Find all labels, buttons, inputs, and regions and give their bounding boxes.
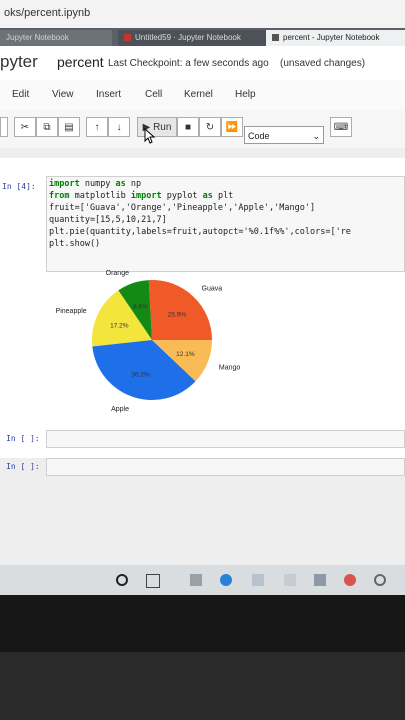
menu-cell[interactable]: Cell bbox=[145, 89, 162, 100]
pie-label: Guava bbox=[202, 286, 223, 293]
pie-chart: Guava 25.9% Orange 8.6% Pineapple 17.2% Apple 3… bbox=[56, 270, 241, 413]
menu-view[interactable]: View bbox=[52, 89, 74, 100]
empty-code-cell[interactable] bbox=[46, 430, 405, 448]
keyboard-icon: ⌨ bbox=[333, 122, 349, 133]
pie-label: Apple bbox=[111, 406, 129, 413]
pie-percent-label: 8.6% bbox=[133, 303, 148, 310]
cell-type-value: Code bbox=[248, 131, 270, 141]
browser-tab-3[interactable]: percent - Jupyter Notebook bbox=[266, 30, 405, 46]
tab-label: Jupyter Notebook bbox=[6, 33, 69, 42]
menu-insert[interactable]: Insert bbox=[96, 89, 121, 100]
paste-button[interactable]: ▤ bbox=[58, 117, 80, 137]
app-circle-icon[interactable] bbox=[374, 574, 386, 586]
store-icon[interactable] bbox=[252, 574, 264, 586]
app-icon[interactable] bbox=[314, 574, 326, 586]
code-editor[interactable]: import numpy as np from matplotlib impor… bbox=[46, 176, 405, 272]
cell-prompt: In [4]: bbox=[2, 182, 36, 191]
code-line-3: fruit=['Guava','Orange','Pineapple','App… bbox=[49, 203, 316, 213]
copy-icon: ⧉ bbox=[43, 122, 51, 133]
screen: oks/percent.ipynb Jupyter Notebook Untit… bbox=[0, 0, 405, 595]
code-line-4: quantity=[15,5,10,21,7] bbox=[49, 215, 167, 225]
edge-browser-icon[interactable] bbox=[220, 574, 232, 586]
code-line-6: plt.show() bbox=[49, 239, 101, 249]
jupyter-favicon-icon bbox=[124, 34, 131, 42]
browser-tab-1[interactable]: Jupyter Notebook bbox=[0, 30, 112, 46]
chrome-browser-icon[interactable] bbox=[344, 574, 356, 586]
jupyter-logo[interactable]: pyter bbox=[0, 52, 38, 72]
run-button[interactable]: ▶ Run bbox=[137, 117, 177, 137]
menu-help[interactable]: Help bbox=[235, 89, 256, 100]
command-palette-button[interactable]: ⌨ bbox=[330, 117, 352, 137]
tab-label: Untitled59 · Jupyter Notebook bbox=[135, 33, 241, 42]
cell-prompt: In [ ]: bbox=[6, 462, 40, 471]
laptop-keyboard-deck bbox=[0, 652, 405, 720]
fast-forward-icon: ⏩ bbox=[225, 122, 239, 133]
pie-percent-label: 25.9% bbox=[168, 311, 187, 318]
task-view-icon[interactable] bbox=[146, 574, 160, 588]
code-cell[interactable]: In [4]: import numpy as np from matplotl… bbox=[0, 158, 405, 458]
notebook-toolbar: ✂ ⧉ ▤ ↑ ↓ ▶ Run ■ ↻ ⏩ ⌨ bbox=[0, 110, 405, 149]
jupyter-favicon-icon bbox=[272, 34, 279, 42]
move-up-icon: ↑ bbox=[94, 122, 100, 133]
restart-button[interactable]: ↻ bbox=[199, 117, 221, 137]
restart-icon: ↻ bbox=[205, 122, 215, 133]
menu-edit[interactable]: Edit bbox=[12, 89, 29, 100]
cut-button[interactable]: ✂ bbox=[14, 117, 36, 137]
paste-icon: ▤ bbox=[64, 122, 74, 133]
mouse-cursor-icon bbox=[144, 128, 156, 144]
url-text: oks/percent.ipynb bbox=[4, 7, 91, 19]
code-line-5: plt.pie(quantity,labels=fruit,autopct='%… bbox=[49, 227, 351, 237]
notebook-title[interactable]: percent bbox=[57, 54, 104, 70]
browser-tab-2[interactable]: Untitled59 · Jupyter Notebook bbox=[118, 30, 272, 46]
pie-label: Pineapple bbox=[56, 308, 87, 315]
cell-prompt: In [ ]: bbox=[6, 434, 40, 443]
interrupt-button[interactable]: ■ bbox=[177, 117, 199, 137]
address-bar[interactable]: oks/percent.ipynb bbox=[0, 0, 405, 29]
browser-tab-strip: Jupyter Notebook Untitled59 · Jupyter No… bbox=[0, 28, 405, 46]
notebook-area: In [4]: import numpy as np from matplotl… bbox=[0, 148, 405, 595]
pie-label: Mango bbox=[219, 365, 241, 372]
code-line-1: import numpy as np bbox=[49, 179, 142, 189]
checkpoint-status: Last Checkpoint: a few seconds ago bbox=[108, 58, 269, 69]
pie-label: Orange bbox=[106, 270, 129, 277]
move-down-button[interactable]: ↓ bbox=[108, 117, 130, 137]
tab-label: percent - Jupyter Notebook bbox=[283, 33, 380, 42]
cut-icon: ✂ bbox=[20, 122, 30, 133]
code-line-2: from matplotlib import pyplot as plt bbox=[49, 191, 234, 201]
menu-bar: Edit View Insert Cell Kernel Help bbox=[0, 80, 405, 111]
taskbar bbox=[0, 565, 405, 595]
restart-run-all-button[interactable]: ⏩ bbox=[221, 117, 243, 137]
save-status: (unsaved changes) bbox=[280, 58, 366, 69]
start-circle-icon[interactable] bbox=[116, 574, 128, 586]
chevron-down-icon: ⌄ bbox=[312, 131, 320, 141]
save-button[interactable] bbox=[0, 117, 8, 137]
cell-type-select[interactable]: Code ⌄ bbox=[244, 126, 324, 144]
empty-code-cell[interactable] bbox=[46, 458, 405, 476]
pie-percent-label: 17.2% bbox=[110, 322, 129, 329]
file-explorer-icon[interactable] bbox=[190, 574, 202, 586]
stop-icon: ■ bbox=[184, 122, 192, 133]
copy-button[interactable]: ⧉ bbox=[36, 117, 58, 137]
mail-icon[interactable] bbox=[284, 574, 296, 586]
move-down-icon: ↓ bbox=[116, 122, 122, 133]
menu-kernel[interactable]: Kernel bbox=[184, 89, 213, 100]
pie-percent-label: 12.1% bbox=[176, 351, 195, 358]
pie-percent-label: 36.2% bbox=[131, 372, 150, 379]
move-up-button[interactable]: ↑ bbox=[86, 117, 108, 137]
notebook-header: pyter percent Last Checkpoint: a few sec… bbox=[0, 46, 405, 80]
